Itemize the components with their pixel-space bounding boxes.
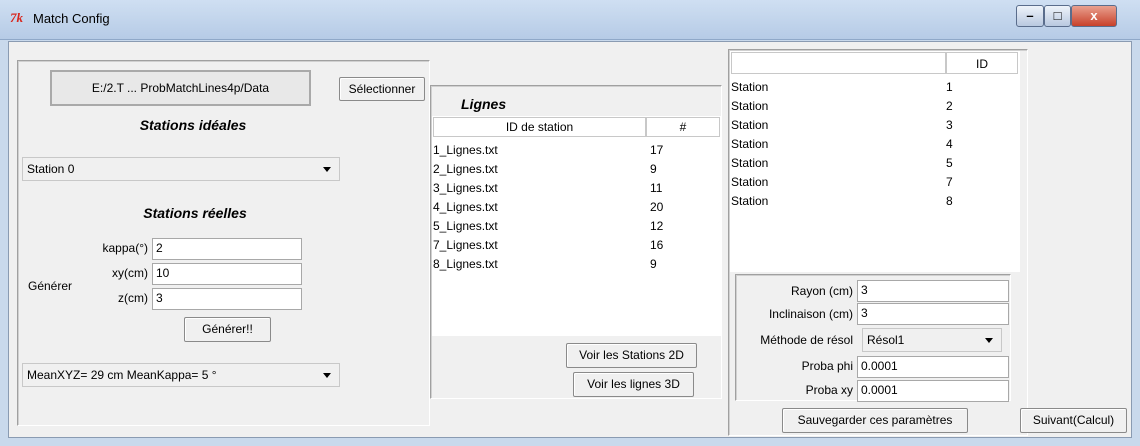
view-stations-2d-button[interactable]: Voir les Stations 2D bbox=[566, 343, 697, 368]
rayon-field[interactable]: 3 bbox=[857, 280, 1009, 302]
lines-col-count-header[interactable]: # bbox=[646, 117, 720, 137]
view-lines-3d-button[interactable]: Voir les lignes 3D bbox=[573, 372, 694, 397]
title-bar bbox=[0, 0, 1140, 40]
stations-table-row[interactable]: Station 8 bbox=[731, 192, 1019, 211]
station-name: Station bbox=[731, 137, 769, 151]
chevron-down-icon bbox=[323, 373, 331, 378]
generate-button[interactable]: Générer!! bbox=[184, 317, 271, 342]
stations-table-row[interactable]: Station 2 bbox=[731, 97, 1019, 116]
line-file-name: 5_Lignes.txt bbox=[433, 219, 498, 233]
line-count: 9 bbox=[650, 162, 657, 176]
maximize-icon: □ bbox=[1053, 8, 1062, 23]
lines-rows: 1_Lignes.txt 17 2_Lignes.txt 9 3_Lignes.txt 1… bbox=[433, 141, 721, 291]
lines-col-id-header[interactable]: ID de station bbox=[433, 117, 646, 137]
station-name: Station bbox=[731, 194, 769, 208]
minimize-button[interactable]: – bbox=[1016, 5, 1044, 27]
next-calc-button[interactable]: Suivant(Calcul) bbox=[1020, 408, 1127, 433]
result-select[interactable]: MeanXYZ= 29 cm MeanKappa= 5 ° bbox=[22, 363, 340, 387]
station-id: 1 bbox=[946, 80, 953, 94]
close-button[interactable]: x bbox=[1071, 5, 1117, 27]
line-file-name: 7_Lignes.txt bbox=[433, 238, 498, 252]
line-count: 9 bbox=[650, 257, 657, 271]
line-count: 11 bbox=[650, 181, 663, 195]
path-display: E:/2.T ... ProbMatchLines4p/Data bbox=[50, 70, 311, 106]
proba-xy-label: Proba xy bbox=[805, 383, 853, 397]
proba-xy-field[interactable]: 0.0001 bbox=[857, 380, 1009, 402]
line-count: 20 bbox=[650, 200, 664, 214]
lines-table-row[interactable]: 5_Lignes.txt 12 bbox=[433, 217, 721, 236]
lines-table-row[interactable]: 1_Lignes.txt 17 bbox=[433, 141, 721, 160]
station-name: Station bbox=[731, 156, 769, 170]
ideal-station-value: Station 0 bbox=[27, 162, 75, 176]
ideal-station-select[interactable]: Station 0 bbox=[22, 157, 340, 181]
lines-title: Lignes bbox=[461, 96, 507, 112]
proba-phi-label: Proba phi bbox=[801, 359, 853, 373]
maximize-button[interactable]: □ bbox=[1044, 5, 1071, 27]
station-id: 5 bbox=[946, 156, 953, 170]
lines-table-row[interactable]: 2_Lignes.txt 9 bbox=[433, 160, 721, 179]
kappa-field[interactable]: 2 bbox=[152, 238, 302, 260]
lines-table-row[interactable]: 3_Lignes.txt 11 bbox=[433, 179, 721, 198]
line-file-name: 2_Lignes.txt bbox=[433, 162, 498, 176]
stations-col-id-header[interactable]: ID bbox=[946, 52, 1018, 74]
lines-table-row[interactable]: 8_Lignes.txt 9 bbox=[433, 255, 721, 274]
stations-rows: Station 1 Station 2 Station 3 Station 4 Station 5… bbox=[731, 78, 1019, 218]
stations-col-name-header[interactable] bbox=[731, 52, 946, 74]
station-name: Station bbox=[731, 175, 769, 189]
station-name: Station bbox=[731, 99, 769, 113]
rayon-label: Rayon (cm) bbox=[790, 284, 853, 298]
inclinaison-label: Inclinaison (cm) bbox=[768, 307, 853, 321]
line-file-name: 1_Lignes.txt bbox=[433, 143, 498, 157]
lines-table-row[interactable]: 4_Lignes.txt 20 bbox=[433, 198, 721, 217]
inclinaison-field[interactable]: 3 bbox=[857, 303, 1009, 325]
line-count: 17 bbox=[650, 143, 664, 157]
save-params-button[interactable]: Sauvegarder ces paramètres bbox=[782, 408, 968, 433]
proba-phi-field[interactable]: 0.0001 bbox=[857, 356, 1009, 378]
line-file-name: 8_Lignes.txt bbox=[433, 257, 498, 271]
methode-value: Résol1 bbox=[867, 333, 905, 347]
methode-label: Méthode de résol bbox=[760, 333, 853, 347]
line-count: 12 bbox=[650, 219, 664, 233]
stations-table-row[interactable]: Station 3 bbox=[731, 116, 1019, 135]
station-id: 4 bbox=[946, 137, 953, 151]
methode-select[interactable]: Résol1 bbox=[862, 328, 1002, 352]
z-field[interactable]: 3 bbox=[152, 288, 302, 310]
real-stations-title: Stations réelles bbox=[143, 205, 247, 221]
kappa-label: kappa(°) bbox=[102, 241, 149, 255]
line-count: 16 bbox=[650, 238, 664, 252]
close-icon: x bbox=[1090, 8, 1098, 23]
lines-table-row[interactable]: 7_Lignes.txt 16 bbox=[433, 236, 721, 255]
tk-logo-icon: 7k bbox=[10, 10, 23, 25]
minimize-icon: – bbox=[1026, 8, 1034, 23]
chevron-down-icon bbox=[985, 338, 993, 343]
chevron-down-icon bbox=[323, 167, 331, 172]
xy-label: xy(cm) bbox=[112, 266, 148, 280]
stations-table-row[interactable]: Station 1 bbox=[731, 78, 1019, 97]
station-name: Station bbox=[731, 80, 769, 94]
window-title: Match Config bbox=[33, 11, 110, 26]
station-id: 8 bbox=[946, 194, 953, 208]
xy-field[interactable]: 10 bbox=[152, 263, 302, 285]
result-value: MeanXYZ= 29 cm MeanKappa= 5 ° bbox=[27, 368, 217, 382]
line-file-name: 4_Lignes.txt bbox=[433, 200, 498, 214]
stations-table-row[interactable]: Station 4 bbox=[731, 135, 1019, 154]
station-name: Station bbox=[731, 118, 769, 132]
stations-table-row[interactable]: Station 5 bbox=[731, 154, 1019, 173]
station-id: 7 bbox=[946, 175, 953, 189]
station-id: 2 bbox=[946, 99, 953, 113]
stations-table-row[interactable]: Station 7 bbox=[731, 173, 1019, 192]
z-label: z(cm) bbox=[118, 291, 148, 305]
select-folder-button[interactable]: Sélectionner bbox=[339, 77, 425, 101]
line-file-name: 3_Lignes.txt bbox=[433, 181, 498, 195]
ideal-stations-title: Stations idéales bbox=[139, 117, 247, 133]
station-id: 3 bbox=[946, 118, 953, 132]
generate-label: Générer bbox=[28, 279, 73, 293]
